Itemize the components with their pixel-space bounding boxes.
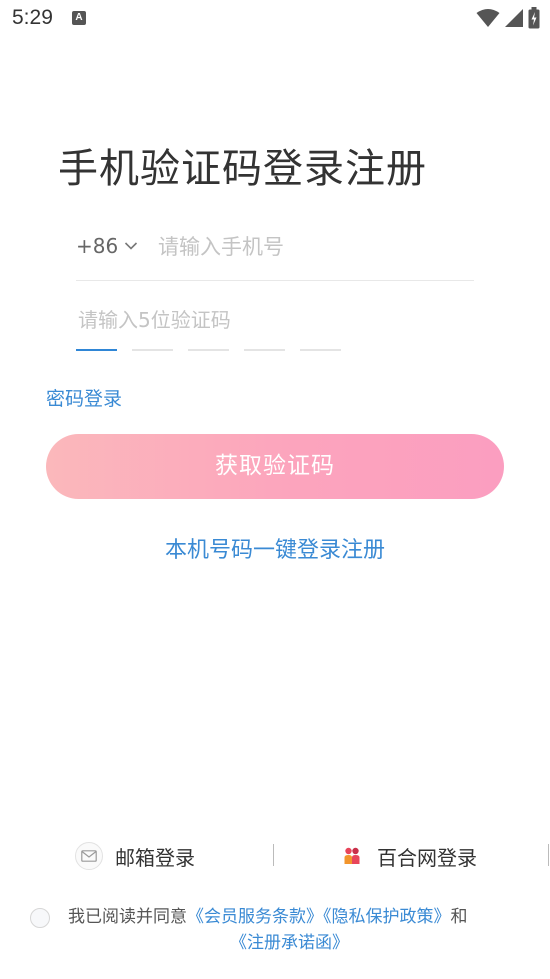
code-slot — [76, 349, 117, 351]
commitment-link[interactable]: 《注册承诺函》 — [230, 930, 349, 956]
wifi-icon — [476, 9, 500, 27]
agreement-text: 我已阅读并同意《会员服务条款》《隐私保护政策》和 — [68, 904, 528, 930]
battery-icon — [528, 7, 540, 29]
divider — [273, 844, 274, 866]
baihe-logo-icon — [339, 843, 365, 869]
mail-icon — [75, 842, 103, 870]
password-login-link[interactable]: 密码登录 — [46, 384, 122, 411]
divider — [548, 844, 549, 866]
status-time: 5:29 — [12, 6, 53, 29]
phone-row: +86 — [76, 222, 474, 281]
page-title: 手机验证码登录注册 — [58, 146, 427, 192]
privacy-link[interactable]: 《隐私保护政策》 — [323, 907, 451, 927]
verification-code-input[interactable]: 请输入5位验证码 — [76, 296, 476, 356]
code-slot — [132, 349, 173, 351]
signal-icon — [505, 9, 523, 27]
status-bar: 5:29 A — [0, 0, 550, 36]
phone-input[interactable] — [158, 230, 458, 264]
code-slot — [188, 349, 229, 351]
code-slot — [300, 349, 341, 351]
agreement-prefix: 我已阅读并同意 — [68, 907, 187, 927]
status-icons — [476, 6, 540, 30]
baihe-login-label: 百合网登录 — [377, 845, 477, 870]
code-placeholder: 请输入5位验证码 — [78, 308, 231, 332]
chevron-down-icon — [125, 242, 138, 250]
terms-link[interactable]: 《会员服务条款》 — [187, 907, 323, 927]
baihe-login-button[interactable]: 百合网登录 — [339, 836, 477, 876]
agreement-checkbox[interactable] — [30, 908, 50, 928]
email-login-button[interactable]: 邮箱登录 — [75, 836, 195, 876]
country-code-label: +86 — [76, 234, 119, 258]
email-login-label: 邮箱登录 — [115, 845, 195, 870]
get-code-button[interactable]: 获取验证码 — [46, 434, 504, 499]
alternative-logins: 邮箱登录 百合网登录 — [0, 836, 550, 876]
agreement-conjunction: 和 — [450, 907, 468, 927]
notification-icon: A — [72, 11, 86, 25]
code-slot — [244, 349, 285, 351]
country-code-selector[interactable]: +86 — [76, 234, 138, 258]
one-click-login-link[interactable]: 本机号码一键登录注册 — [0, 532, 550, 564]
